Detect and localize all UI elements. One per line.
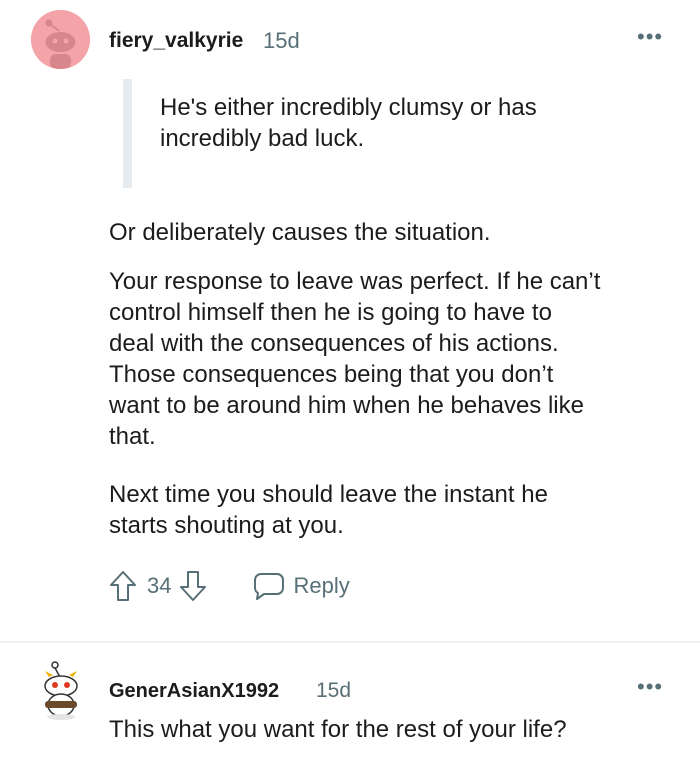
avatar[interactable] <box>31 10 90 69</box>
username[interactable]: fiery_valkyrie <box>109 29 243 53</box>
comment-paragraph: Or deliberately causes the situation. <box>109 217 491 248</box>
comment-actions: 34 Reply <box>109 568 350 604</box>
comment-paragraph: Next time you should leave the instant h… <box>109 479 548 541</box>
comment-divider <box>0 641 700 643</box>
text-line: control himself then he is going to have… <box>109 299 552 326</box>
upvote-arrow-icon <box>110 571 136 601</box>
snoo-avatar-icon <box>31 10 90 69</box>
text-line: Next time you should leave the instant h… <box>109 481 548 508</box>
snoo-avatar-icon <box>33 659 89 721</box>
text-line: Those consequences being that you don’t <box>109 361 554 388</box>
text-line: Your response to leave was perfect. If h… <box>109 268 601 295</box>
text-line: incredibly bad luck. <box>160 125 365 152</box>
text-line: He's either incredibly clumsy or has <box>160 94 537 121</box>
upvote-button[interactable] <box>109 570 137 602</box>
text-line: that. <box>109 423 156 450</box>
comment-paragraph: Your response to leave was perfect. If h… <box>109 266 600 452</box>
text-line: starts shouting at you. <box>109 512 344 539</box>
downvote-arrow-icon <box>180 571 207 601</box>
downvote-button[interactable] <box>179 570 207 602</box>
reply-bubble-icon <box>254 573 285 600</box>
timestamp: 15d <box>316 679 352 702</box>
vote-count: 34 <box>147 573 172 598</box>
reply-label: Reply <box>293 573 350 598</box>
timestamp: 15d <box>263 28 300 53</box>
avatar[interactable] <box>33 659 89 721</box>
text-line: want to be around him when he behaves li… <box>109 392 584 419</box>
blockquote-text: He's either incredibly clumsy or has inc… <box>160 92 537 154</box>
text-line: Or deliberately causes the situation. <box>109 219 491 246</box>
username[interactable]: GenerAsianX1992 <box>109 680 279 703</box>
text-line: deal with the consequences of his action… <box>109 330 559 357</box>
more-options-button[interactable]: ••• <box>637 24 663 50</box>
more-options-button[interactable]: ••• <box>637 674 663 700</box>
reply-button[interactable]: Reply <box>253 571 350 601</box>
comment-paragraph: This what you want for the rest of your … <box>109 714 567 745</box>
text-line: This what you want for the rest of your … <box>109 716 567 743</box>
blockquote-bar <box>123 79 132 188</box>
